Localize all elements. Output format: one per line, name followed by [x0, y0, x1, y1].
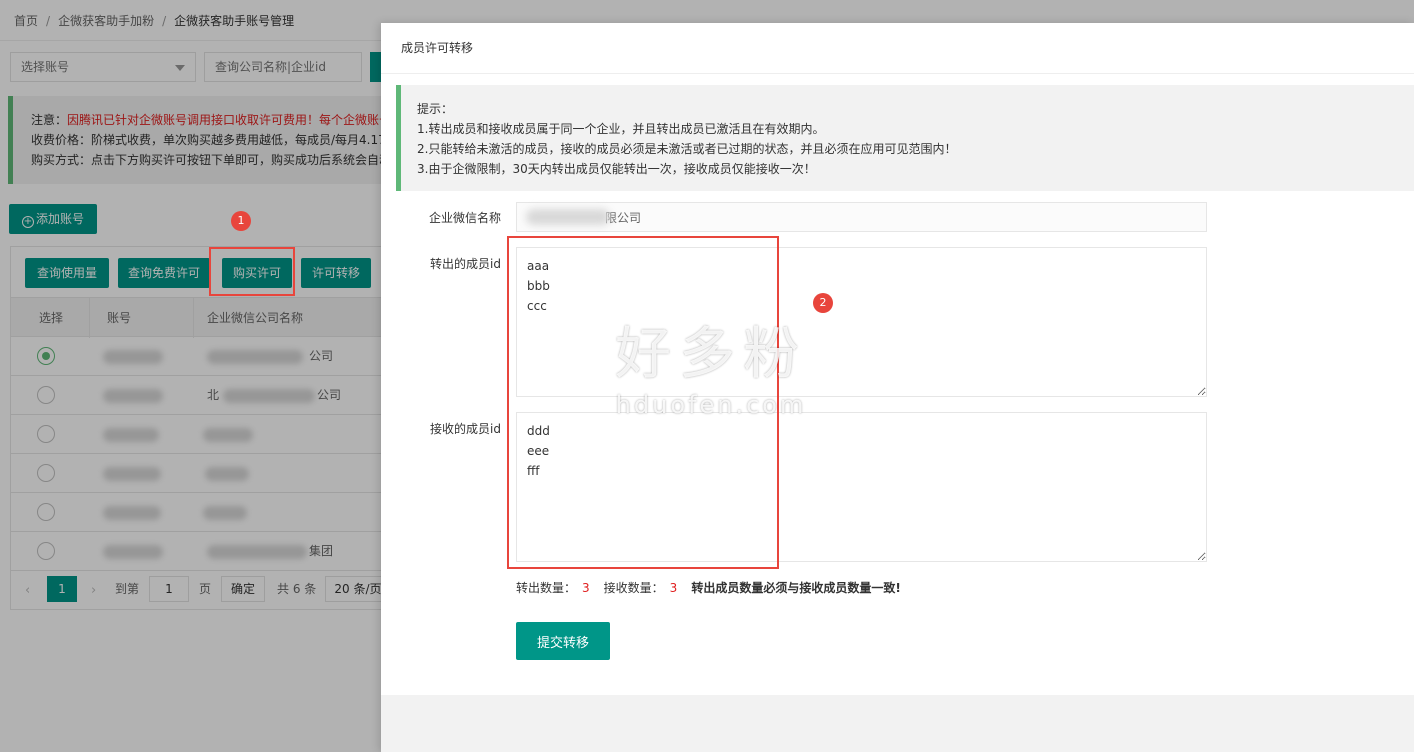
to-member-label: 接收的成员id — [430, 422, 501, 436]
dialog-tips: 提示： 1.转出成员和接收成员属于同一个企业，并且转出成员已激活且在有效期内。 … — [396, 85, 1414, 191]
annotation-badge-2: 2 — [813, 293, 833, 313]
in-count-label: 接收数量： — [603, 581, 664, 595]
in-count-value: 3 — [669, 581, 678, 595]
tips-item: 1.转出成员和接收成员属于同一个企业，并且转出成员已激活且在有效期内。 — [417, 122, 825, 136]
tips-item: 3.由于企微限制，30天内转出成员仅能转出一次，接收成员仅能接收一次！ — [417, 162, 816, 176]
dialog-title: 成员许可转移 — [381, 23, 1414, 74]
out-count-label: 转出数量： — [516, 581, 577, 595]
dialog-footer — [381, 695, 1414, 752]
member-counts: 转出数量： 3 接收数量： 3 转出成员数量必须与接收成员数量一致! — [516, 579, 901, 596]
company-name-label: 企业微信名称 — [428, 211, 501, 225]
count-mismatch-warning: 转出成员数量必须与接收成员数量一致! — [691, 581, 901, 595]
redacted-company-name — [526, 209, 610, 225]
tips-heading: 提示： — [417, 102, 454, 116]
out-count-value: 3 — [582, 581, 590, 595]
annotation-highlight-buy-license — [209, 247, 295, 296]
submit-transfer-button[interactable]: 提交转移 — [516, 622, 610, 660]
annotation-highlight-member-ids — [507, 236, 779, 569]
tips-item: 2.只能转给未激活的成员，接收的成员必须是未激活或者已过期的状态，并且必须在应用… — [417, 142, 957, 156]
annotation-badge-1: 1 — [231, 211, 251, 231]
from-member-label: 转出的成员id — [430, 257, 501, 271]
company-name-field — [516, 202, 1207, 232]
